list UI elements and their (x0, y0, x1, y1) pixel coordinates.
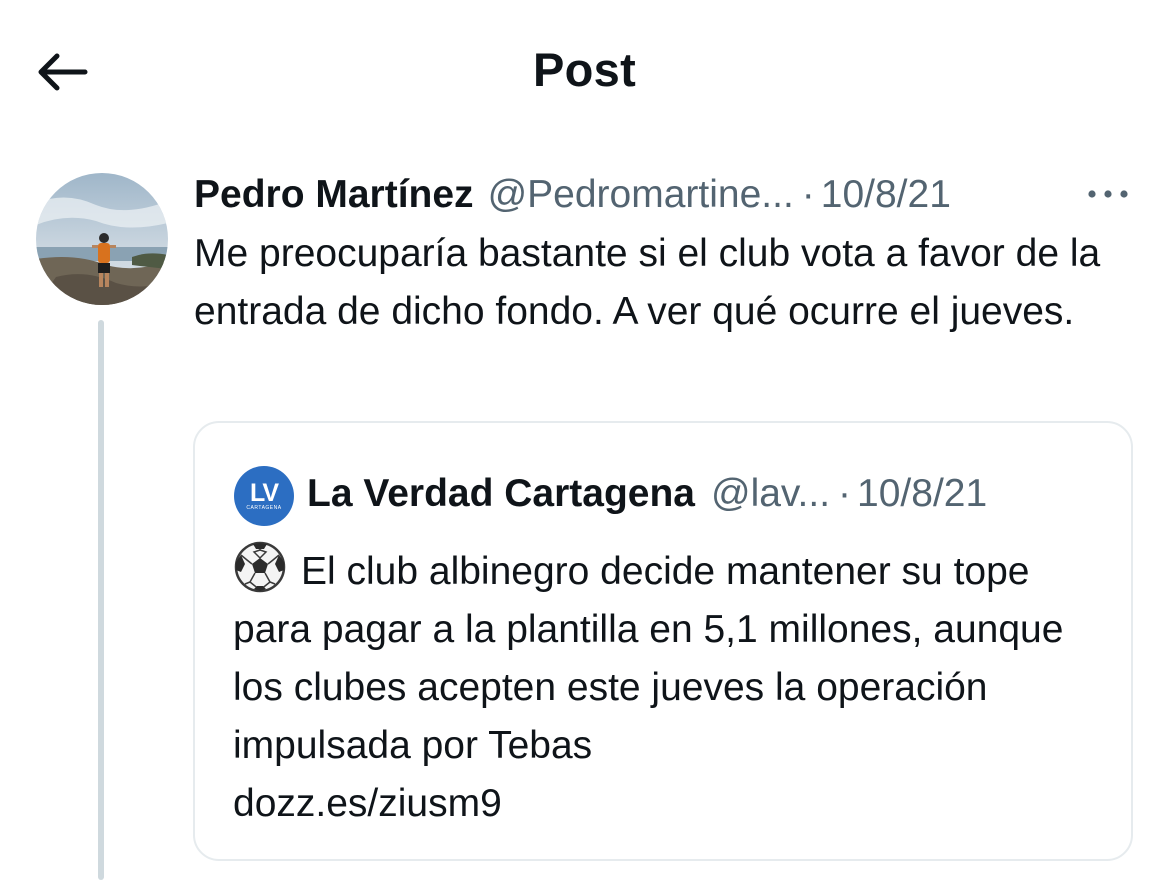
quote-logo-subtext: CARTAGENA (246, 504, 282, 511)
author-handle[interactable]: @Pedromartine... (488, 173, 794, 217)
quote-body: El club albinegro decide mantener su top… (233, 540, 1113, 833)
author-name[interactable]: Pedro Martínez (194, 173, 474, 217)
quote-link[interactable]: dozz.es/ziusm9 (233, 775, 1113, 833)
avatar[interactable] (36, 173, 168, 305)
user-avatar-photo (36, 173, 168, 305)
quoted-post[interactable]: LV CARTAGENA La Verdad Cartagena @lav...… (193, 421, 1133, 861)
meta-separator: · (801, 173, 815, 216)
post-header: Post (0, 0, 1169, 140)
quote-text: El club albinegro decide mantener su top… (233, 550, 1064, 767)
quote-avatar[interactable]: LV CARTAGENA (234, 466, 294, 526)
page-title: Post (532, 43, 637, 96)
quote-date[interactable]: 10/8/21 (857, 472, 987, 516)
post-date[interactable]: 10/8/21 (821, 173, 951, 217)
more-options-button[interactable] (1080, 172, 1136, 216)
quote-logo-text: LV (249, 478, 279, 507)
thread-line (98, 320, 104, 880)
more-horizontal-icon (1088, 190, 1128, 198)
post-text: Me preocuparía bastante si el club vota … (194, 232, 1101, 333)
quote-author-name[interactable]: La Verdad Cartagena (307, 472, 695, 516)
quote-meta-separator: · (838, 472, 852, 515)
soccer-ball-icon (234, 541, 286, 593)
post-meta: Pedro Martínez @Pedromartine... · 10/8/2… (194, 166, 1144, 224)
quote-meta: La Verdad Cartagena @lav... · 10/8/21 (307, 465, 1117, 523)
quote-author-handle[interactable]: @lav... (711, 472, 830, 516)
